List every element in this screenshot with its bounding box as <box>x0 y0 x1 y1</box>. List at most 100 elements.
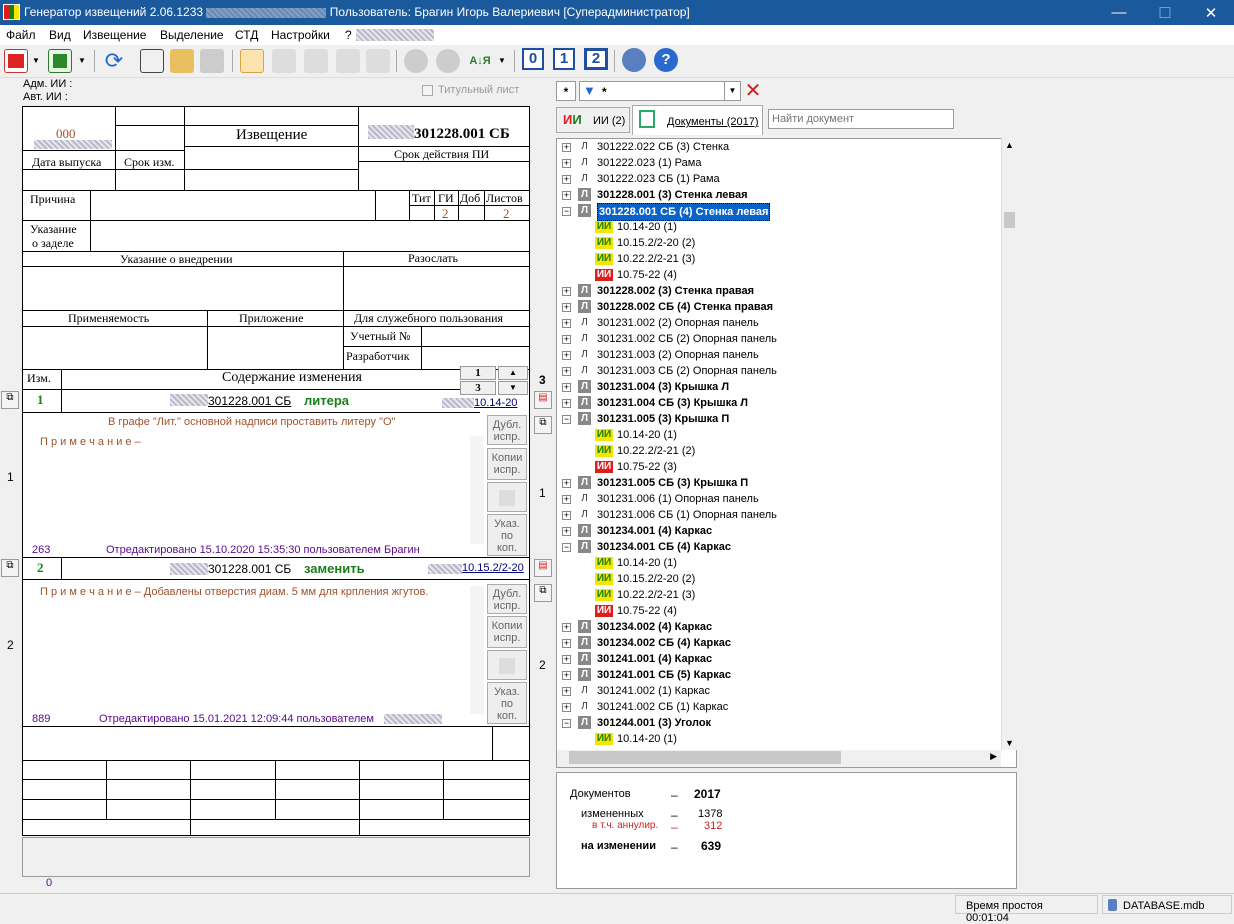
expand-icon[interactable]: + <box>562 303 571 312</box>
copy-icon[interactable]: ⧉ <box>1 559 19 577</box>
expand-icon[interactable]: + <box>562 159 571 168</box>
expand-icon[interactable]: + <box>562 143 571 152</box>
tree-row[interactable]: + Л 301241.002 СБ (1) Каркас <box>557 699 997 715</box>
scroll-thumb[interactable] <box>1004 212 1015 228</box>
tree-row[interactable]: + Л 301222.023 СБ (1) Рама <box>557 171 997 187</box>
tree-row[interactable]: + Л 301234.001 (4) Каркас <box>557 523 997 539</box>
copy-gray-icon[interactable] <box>366 49 390 73</box>
minimize-button[interactable]: — <box>1096 0 1142 25</box>
tree-row[interactable]: + Л 301241.001 (4) Каркас <box>557 651 997 667</box>
change-2-copies-button[interactable]: Копии испр. <box>487 616 527 648</box>
menu-settings[interactable]: Настройки <box>271 28 330 42</box>
expand-icon[interactable]: + <box>562 191 571 200</box>
users-icon[interactable] <box>404 49 428 73</box>
tree-row[interactable]: + Л 301234.002 СБ (4) Каркас <box>557 635 997 651</box>
tree-row[interactable]: + Л 301222.023 (1) Рама <box>557 155 997 171</box>
tree-row[interactable]: ИИ 10.14-20 (1) <box>557 427 997 443</box>
filter-combobox[interactable]: ▼ * ▼ <box>579 81 741 101</box>
expand-icon[interactable]: + <box>562 287 571 296</box>
tree-row[interactable]: + Л 301231.005 СБ (3) Крышка П <box>557 475 997 491</box>
pdf-icon[interactable]: ▤ <box>534 559 552 577</box>
tree-row[interactable]: ИИ 10.22.2/2-21 (3) <box>557 251 997 267</box>
tree-row[interactable]: ИИ 10.75-22 (3) <box>557 459 997 475</box>
folder-icon[interactable] <box>170 49 194 73</box>
change-2-scrollbar[interactable] <box>470 586 484 714</box>
tree-row[interactable]: − Л 301228.001 СБ (4) Стенка левая <box>557 203 997 221</box>
tree-row[interactable]: + Л 301241.002 (1) Каркас <box>557 683 997 699</box>
page-button-2[interactable]: 2 <box>584 48 608 70</box>
page-button-0[interactable]: 0 <box>522 48 544 70</box>
tree-row[interactable]: + Л 301234.002 (4) Каркас <box>557 619 997 635</box>
nav-up-button[interactable]: ▲ <box>498 366 528 380</box>
expand-icon[interactable]: + <box>562 319 571 328</box>
change-1-scrollbar[interactable] <box>470 436 484 544</box>
chevron-down-icon[interactable]: ▼ <box>30 49 42 73</box>
tree-row[interactable]: + Л 301231.004 (3) Крышка Л <box>557 379 997 395</box>
users2-icon[interactable] <box>436 49 460 73</box>
expand-icon[interactable]: + <box>562 175 571 184</box>
expand-icon[interactable]: + <box>562 639 571 648</box>
pdf-export-icon[interactable] <box>4 49 28 73</box>
tab-notices[interactable]: ИИ ИИ (2) <box>556 107 630 133</box>
expand-icon[interactable]: + <box>562 687 571 696</box>
change-1-dup-button[interactable]: Дубл. испр. <box>487 415 527 445</box>
tree-vertical-scrollbar[interactable]: ▲ ▼ <box>1001 138 1017 750</box>
chevron-down-icon[interactable]: ▼ <box>724 82 740 100</box>
tree-row[interactable]: + Л 301231.006 (1) Опорная панель <box>557 491 997 507</box>
copy-icon[interactable]: ⧉ <box>534 416 552 434</box>
clear-filter-icon[interactable]: ✕ <box>743 81 763 101</box>
chevron-up-icon[interactable]: ▲ <box>1005 140 1014 150</box>
tree-row[interactable]: ИИ 10.14-20 (1) <box>557 555 997 571</box>
tree-row[interactable]: + Л 301228.002 (3) Стенка правая <box>557 283 997 299</box>
change-2-dup-button[interactable]: Дубл. испр. <box>487 584 527 614</box>
change-2-doc[interactable]: 301228.001 СБ <box>208 562 291 576</box>
change-1-blank-button[interactable] <box>487 482 527 512</box>
menu-std[interactable]: СТД <box>235 28 258 42</box>
menu-notice[interactable]: Извещение <box>83 28 146 42</box>
chevron-down-icon[interactable]: ▼ <box>496 49 508 73</box>
expand-icon[interactable]: + <box>562 495 571 504</box>
tree-row[interactable]: − Л 301234.001 СБ (4) Каркас <box>557 539 997 555</box>
lock-icon[interactable] <box>200 49 224 73</box>
expand-icon[interactable]: + <box>562 703 571 712</box>
change-2-blank-button[interactable] <box>487 650 527 680</box>
change-2-copy-note-button[interactable]: Указ. по коп. <box>487 682 527 724</box>
collapse-icon[interactable]: − <box>562 415 571 424</box>
excel-export-icon[interactable] <box>48 49 72 73</box>
tree-row[interactable]: ИИ 10.75-22 (4) <box>557 267 997 283</box>
tree-row[interactable]: + Л 301231.006 СБ (1) Опорная панель <box>557 507 997 523</box>
nav-page-top[interactable]: 1 <box>460 366 496 380</box>
tree-row[interactable]: + Л 301222.022 СБ (3) Стенка <box>557 139 997 155</box>
tree-row[interactable]: ИИ 10.15.2/2-20 (2) <box>557 235 997 251</box>
expand-icon[interactable]: + <box>562 351 571 360</box>
chevron-right-icon[interactable]: ▶ <box>990 751 997 762</box>
refresh-icon[interactable]: ⟳ <box>102 49 126 73</box>
collapse-icon[interactable]: − <box>562 207 571 216</box>
tree-row[interactable]: + Л 301231.002 (2) Опорная панель <box>557 315 997 331</box>
pdf-icon[interactable]: ▤ <box>534 391 552 409</box>
tree-row[interactable]: + Л 301231.002 СБ (2) Опорная панель <box>557 331 997 347</box>
expand-icon[interactable]: + <box>562 399 571 408</box>
change-1-copy-note-button[interactable]: Указ. по коп. <box>487 514 527 556</box>
sort-icon[interactable]: A↓Я <box>468 49 492 73</box>
page-button-1[interactable]: 1 <box>553 48 575 70</box>
collapse-icon[interactable]: − <box>562 719 571 728</box>
expand-icon[interactable]: + <box>562 479 571 488</box>
help-icon[interactable]: ? <box>654 48 678 72</box>
tree-row[interactable]: ИИ 10.14-20 (1) <box>557 219 997 235</box>
copy-icon[interactable]: ⧉ <box>534 584 552 602</box>
menu-selection[interactable]: Выделение <box>160 28 224 42</box>
chevron-down-icon[interactable]: ▼ <box>1005 738 1014 748</box>
expand-icon[interactable]: + <box>562 367 571 376</box>
tree-row[interactable]: ИИ 10.22.2/2-21 (3) <box>557 587 997 603</box>
tree-icon[interactable] <box>140 49 164 73</box>
maximize-button[interactable]: ☐ <box>1142 0 1188 25</box>
filter-asterisk-button[interactable]: * <box>556 81 576 101</box>
tree-row[interactable]: + Л 301241.001 СБ (5) Каркас <box>557 667 997 683</box>
tree-horizontal-scrollbar[interactable]: ▶ <box>557 750 1001 767</box>
tree-row[interactable]: + Л 301231.003 (2) Опорная панель <box>557 347 997 363</box>
expand-icon[interactable]: + <box>562 655 571 664</box>
tree-row[interactable]: + Л 301231.003 СБ (2) Опорная панель <box>557 363 997 379</box>
title-sheet-checkbox[interactable] <box>422 85 433 96</box>
chevron-down-icon[interactable]: ▼ <box>76 49 88 73</box>
